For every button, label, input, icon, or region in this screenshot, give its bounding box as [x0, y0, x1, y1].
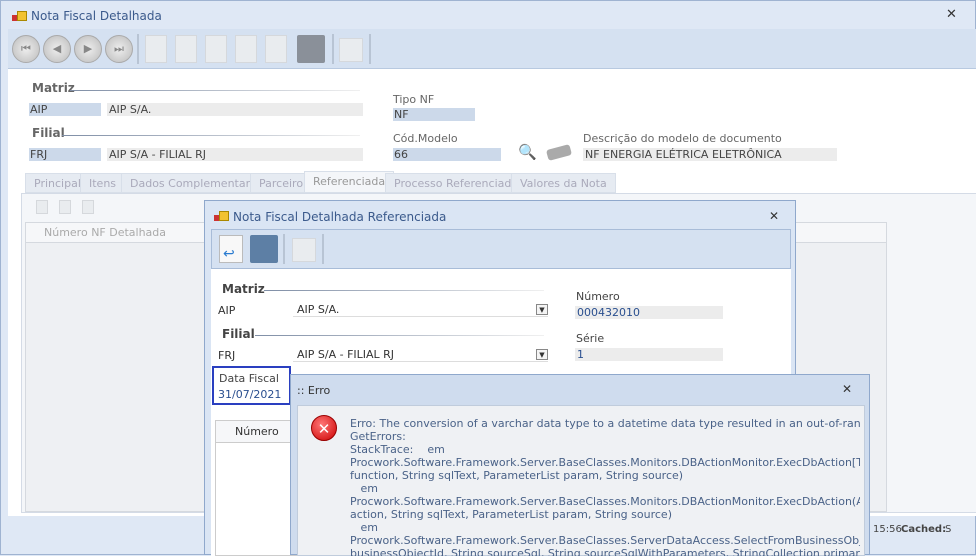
- numero-label: Número: [576, 290, 620, 303]
- error-dialog: :: Erro ✕ ✕ Erro: The conversion of a va…: [290, 374, 870, 556]
- previous-record-button[interactable]: ◀: [43, 35, 71, 63]
- matriz-name: AIP S/A.: [297, 303, 340, 316]
- data-fiscal-label: Data Fiscal: [219, 372, 279, 385]
- tab-processo-referenciado[interactable]: Processo Referenciado: [385, 173, 528, 193]
- grid-header-numero[interactable]: Número: [235, 425, 279, 438]
- filial-label: Filial: [222, 327, 255, 341]
- main-toolbar: ⏮ ◀ ▶ ⏭: [8, 29, 976, 69]
- close-icon[interactable]: ✕: [946, 7, 957, 22]
- serie-label: Série: [576, 332, 605, 345]
- error-line: Procwork.Software.Framework.Server.BaseC…: [350, 456, 860, 469]
- confirm-document-button[interactable]: ↩: [219, 235, 243, 263]
- error-line: action, String sqlText, ParameterList pa…: [350, 508, 672, 521]
- grid-new-button[interactable]: [36, 200, 48, 214]
- error-line: em: [350, 482, 378, 495]
- filial-combo[interactable]: AIP S/A - FILIAL RJ ▼: [293, 347, 548, 362]
- matriz-code-field[interactable]: AIP: [29, 103, 101, 116]
- tab-dados-complementares[interactable]: Dados Complementares: [121, 173, 272, 193]
- filial-label: Filial: [32, 126, 65, 140]
- tab-parceiro[interactable]: Parceiro: [250, 173, 313, 193]
- undo-button[interactable]: [205, 35, 227, 63]
- error-line: function, String sqlText, ParameterList …: [350, 469, 684, 482]
- matriz-name-field[interactable]: AIP S/A.: [107, 103, 363, 116]
- descricao-modelo-label: Descrição do modelo de documento: [583, 132, 782, 145]
- error-dialog-title: :: Erro: [297, 384, 331, 397]
- filial-name: AIP S/A - FILIAL RJ: [297, 348, 395, 361]
- first-record-button[interactable]: ⏮: [12, 35, 40, 63]
- app-icon: [12, 11, 27, 23]
- error-close-icon[interactable]: ✕: [842, 382, 852, 396]
- grid-header-numero-nf[interactable]: Número NF Detalhada: [44, 226, 166, 239]
- edit-button[interactable]: [175, 35, 197, 63]
- dialog-toolbar: ↩: [211, 229, 791, 269]
- tipo-nf-label: Tipo NF: [393, 93, 435, 106]
- filial-name-field[interactable]: AIP S/A - FILIAL RJ: [107, 148, 363, 161]
- error-line: StackTrace: em: [350, 443, 445, 456]
- filial-code-field[interactable]: FRJ: [218, 349, 235, 362]
- tab-referenciada[interactable]: Referenciada: [304, 171, 395, 193]
- status-time: 15:56: [873, 524, 902, 535]
- matriz-label: Matriz: [32, 81, 75, 95]
- redo-button[interactable]: [265, 35, 287, 63]
- cod-modelo-label: Cód.Modelo: [393, 132, 458, 145]
- status-cached-value: S: [945, 524, 952, 535]
- last-record-button[interactable]: ⏭: [105, 35, 133, 63]
- data-fiscal-field[interactable]: 31/07/2021: [218, 388, 281, 401]
- tab-valores-da-nota[interactable]: Valores da Nota: [511, 173, 616, 193]
- error-line: Erro: The conversion of a varchar data t…: [350, 417, 860, 430]
- error-line: em: [350, 521, 378, 534]
- numero-field[interactable]: 000432010: [575, 306, 723, 319]
- error-line: Procwork.Software.Framework.Server.BaseC…: [350, 495, 860, 508]
- filial-code-field[interactable]: FRJ: [29, 148, 101, 161]
- search-icon[interactable]: 🔍: [518, 143, 537, 161]
- serie-field[interactable]: 1: [575, 348, 723, 361]
- chevron-down-icon[interactable]: ▼: [536, 349, 548, 360]
- matriz-combo[interactable]: AIP S/A. ▼: [293, 302, 548, 317]
- lock-button[interactable]: [339, 38, 363, 62]
- status-cached-label: Cached:: [901, 524, 947, 535]
- error-icon: ✕: [311, 415, 337, 441]
- matriz-code-field[interactable]: AIP: [218, 304, 235, 317]
- new-document-button[interactable]: [145, 35, 167, 63]
- save-icon[interactable]: [250, 235, 278, 263]
- grid-edit-button[interactable]: [59, 200, 71, 214]
- dialog-close-icon[interactable]: ✕: [769, 209, 779, 223]
- cod-modelo-field[interactable]: 66: [393, 148, 501, 161]
- next-record-button[interactable]: ▶: [74, 35, 102, 63]
- error-message: Erro: The conversion of a varchar data t…: [350, 417, 860, 556]
- dialog-title: Nota Fiscal Detalhada Referenciada: [233, 210, 447, 224]
- dialog-app-icon: [214, 211, 229, 223]
- tipo-nf-field[interactable]: NF: [393, 108, 475, 121]
- chevron-down-icon[interactable]: ▼: [536, 304, 548, 315]
- descricao-modelo-field[interactable]: NF ENERGIA ELÉTRICA ELETRÔNICA: [583, 148, 837, 161]
- window-title: Nota Fiscal Detalhada: [31, 9, 162, 23]
- error-line: Procwork.Software.Framework.Server.BaseC…: [350, 534, 860, 547]
- error-line: GetErrors:: [350, 430, 406, 443]
- delete-button[interactable]: [235, 35, 257, 63]
- grid-delete-button[interactable]: [82, 200, 94, 214]
- tab-itens[interactable]: Itens: [80, 173, 126, 193]
- lock-button[interactable]: [292, 238, 316, 262]
- save-icon[interactable]: [297, 35, 325, 63]
- matriz-label: Matriz: [222, 282, 265, 296]
